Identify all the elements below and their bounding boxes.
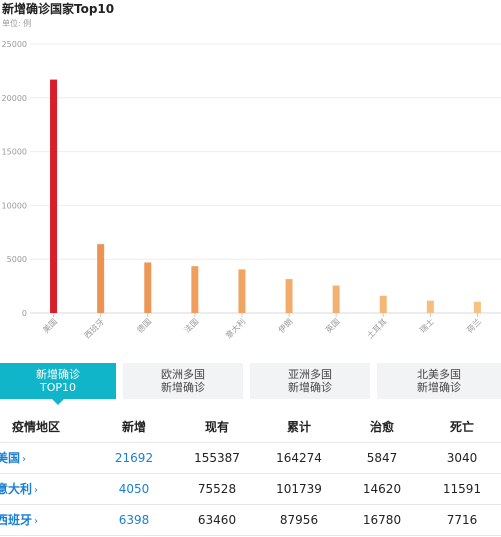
table-row[interactable]: 美国 › 21692 155387 164274 5847 3040	[0, 443, 501, 474]
chevron-right-icon: ›	[34, 516, 39, 527]
y-tick-label: 20000	[2, 94, 27, 103]
y-tick-label: 0	[22, 309, 27, 318]
header-dead: 死亡	[449, 420, 474, 434]
bar-德国[interactable]	[144, 262, 152, 313]
x-tick-label: 法国	[182, 316, 200, 334]
table-header-row: 疫情地区 新增 现有 累计 治愈 死亡	[0, 412, 501, 443]
dead-count: 11591	[442, 482, 482, 496]
current-count: 63460	[197, 513, 237, 527]
region-name: 意大利	[0, 482, 33, 496]
current-count: 75528	[197, 482, 237, 496]
tab-asia[interactable]: 亚洲多国 新增确诊	[250, 363, 370, 399]
x-tick-label: 瑞士	[417, 316, 435, 334]
dead-count: 7716	[446, 513, 478, 527]
x-tick-label: 英国	[323, 316, 341, 334]
new-count: 6398	[118, 513, 150, 527]
dead-count: 3040	[446, 451, 478, 465]
cured-count: 14620	[362, 482, 402, 496]
tab-label-line1: 新增确诊	[36, 368, 80, 381]
x-tick-label: 德国	[135, 316, 153, 334]
x-tick-label: 意大利	[223, 316, 247, 340]
x-tick-label: 美国	[41, 316, 59, 334]
x-tick-label: 伊朗	[276, 316, 294, 334]
header-cumulative: 累计	[286, 420, 311, 434]
y-tick-label: 25000	[2, 40, 27, 49]
bar-瑞士[interactable]	[426, 300, 434, 313]
bar-土耳其[interactable]	[379, 295, 387, 313]
region-link[interactable]: 意大利 ›	[0, 474, 86, 504]
cumulative-count: 87956	[279, 513, 319, 527]
cumulative-count: 164274	[276, 451, 322, 465]
chevron-right-icon: ›	[22, 454, 27, 465]
header-cured: 治愈	[369, 420, 394, 434]
new-count: 4050	[118, 482, 150, 496]
region-link[interactable]: 西班牙 ›	[0, 505, 86, 535]
cured-count: 5847	[366, 451, 398, 465]
region-tabs: 新增确诊 TOP10 欧洲多国 新增确诊 亚洲多国 新增确诊 北美多国 新增确诊	[0, 363, 501, 405]
table-row[interactable]: 意大利 › 4050 75528 101739 14620 11591	[0, 474, 501, 505]
new-count: 21692	[114, 451, 154, 465]
x-tick-label: 西班牙	[82, 316, 106, 340]
x-tick-label: 土耳其	[365, 316, 389, 340]
bar-英国[interactable]	[332, 285, 340, 313]
tab-label-line2: 新增确诊	[161, 381, 205, 394]
tab-label-line1: 北美多国	[417, 368, 461, 381]
bar-法国[interactable]	[191, 266, 199, 313]
bar-美国[interactable]	[50, 79, 58, 313]
bar-chart: 0 5000 10000 15000 20000 25000 美国 西班牙 德国 法国 意大利 伊朗 英…	[2, 40, 501, 340]
header-current: 现有	[204, 420, 229, 434]
header-new: 新增	[121, 420, 146, 434]
region-name: 西班牙	[0, 513, 33, 527]
cured-count: 16780	[362, 513, 402, 527]
tab-new-confirmed-top10[interactable]: 新增确诊 TOP10	[0, 363, 116, 405]
active-tab-indicator	[52, 399, 64, 405]
tab-north-america[interactable]: 北美多国 新增确诊	[377, 363, 501, 399]
y-tick-label: 5000	[7, 255, 27, 264]
header-region: 疫情地区	[12, 420, 61, 434]
tab-europe[interactable]: 欧洲多国 新增确诊	[123, 363, 243, 399]
bar-荷兰[interactable]	[473, 301, 481, 313]
current-count: 155387	[194, 451, 240, 465]
region-name: 美国	[0, 451, 21, 465]
y-tick-label: 10000	[2, 201, 27, 210]
tab-label-line2: 新增确诊	[417, 381, 461, 394]
bar-西班牙[interactable]	[97, 244, 105, 313]
table-row[interactable]: 西班牙 › 6398 63460 87956 16780 7716	[0, 505, 501, 536]
tab-label-line1: 欧洲多国	[161, 368, 205, 381]
cumulative-count: 101739	[276, 482, 322, 496]
region-link[interactable]: 美国 ›	[0, 443, 86, 473]
stats-table: 疫情地区 新增 现有 累计 治愈 死亡 美国 › 21692 155387 164…	[0, 412, 501, 536]
tab-label-line2: 新增确诊	[288, 381, 332, 394]
bar-伊朗[interactable]	[285, 279, 293, 313]
tab-label-line1: 亚洲多国	[288, 368, 332, 381]
y-tick-label: 15000	[2, 148, 27, 157]
chevron-right-icon: ›	[34, 485, 39, 496]
tab-label-line2: TOP10	[39, 381, 76, 394]
bar-意大利[interactable]	[238, 269, 246, 313]
x-tick-label: 荷兰	[464, 316, 482, 334]
